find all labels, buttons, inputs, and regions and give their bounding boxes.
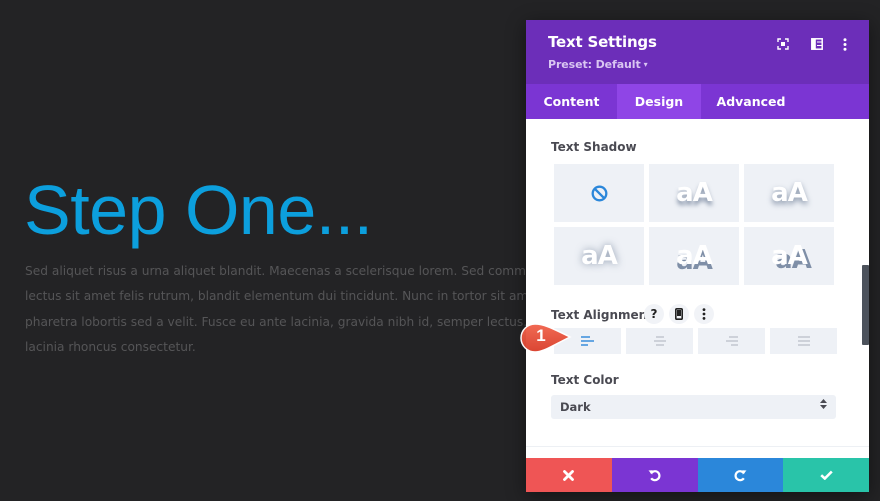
preset-dropdown[interactable]: Preset: Default ▾: [548, 58, 648, 71]
tab-design[interactable]: Design: [617, 84, 701, 119]
tab-content[interactable]: Content: [526, 84, 617, 119]
body-line: lectus sit amet felis rutrum, blandit el…: [25, 289, 563, 304]
close-icon: [563, 469, 575, 481]
align-justify-button[interactable]: [770, 328, 837, 354]
shadow-preview: aA: [676, 178, 713, 208]
mobile-icon: [675, 308, 683, 320]
panel-body: Text Shadow aA aA aA aA aA Text Alignmen…: [526, 119, 869, 458]
shadow-option-2[interactable]: aA: [744, 164, 834, 222]
step-marker: 1: [518, 322, 572, 354]
focus-icon[interactable]: [775, 36, 791, 52]
more-vertical-icon[interactable]: [837, 36, 853, 52]
no-shadow-icon: [591, 185, 607, 201]
select-arrows-icon: [820, 395, 827, 419]
body-line: lacinia rhoncus consectetur.: [25, 339, 196, 354]
panel-footer: [526, 458, 869, 492]
align-right-icon: [725, 336, 738, 346]
check-icon: [819, 470, 833, 480]
shadow-option-1[interactable]: aA: [649, 164, 739, 222]
body-line: Sed aliquet risus a urna aliquet blandit…: [25, 264, 549, 278]
text-shadow-label: Text Shadow: [551, 140, 637, 154]
align-justify-icon: [797, 336, 810, 346]
shadow-option-5[interactable]: aA: [744, 227, 834, 285]
caret-down-icon: ▾: [643, 60, 648, 69]
align-center-icon: [653, 336, 666, 346]
save-button[interactable]: [783, 458, 869, 492]
undo-button[interactable]: [611, 458, 698, 492]
text-color-select[interactable]: Dark: [551, 395, 836, 419]
divider: [526, 446, 869, 447]
shadow-preview: aA: [676, 241, 713, 271]
settings-tabs: Content Design Advanced: [526, 84, 869, 119]
panel-title: Text Settings: [548, 33, 657, 51]
page-body-text: Sed aliquet risus a urna aliquet blandit…: [25, 259, 581, 360]
sidebar-layout-icon[interactable]: [809, 36, 825, 52]
shadow-preview: aA: [581, 241, 618, 271]
text-settings-panel: Text Settings Preset: Default ▾ Content …: [526, 20, 869, 492]
responsive-button[interactable]: [669, 304, 689, 324]
help-button[interactable]: ?: [644, 304, 664, 324]
cancel-button[interactable]: [526, 458, 612, 492]
preset-label: Preset: Default: [548, 58, 641, 71]
shadow-option-none[interactable]: [554, 164, 644, 222]
redo-button[interactable]: [697, 458, 784, 492]
text-shadow-options: aA aA aA aA aA: [554, 164, 835, 285]
panel-scrollbar[interactable]: [862, 265, 869, 345]
align-center-button[interactable]: [626, 328, 693, 354]
text-alignment-label: Text Alignment: [551, 308, 653, 322]
undo-icon: [648, 469, 661, 481]
body-line: pharetra lobortis sed a velit. Fusce eu …: [25, 314, 581, 329]
text-color-value: Dark: [560, 400, 591, 414]
marker-label: 1: [536, 326, 546, 345]
shadow-option-3[interactable]: aA: [554, 227, 644, 285]
tab-advanced[interactable]: Advanced: [701, 84, 801, 119]
shadow-option-4[interactable]: aA: [649, 227, 739, 285]
panel-header: Text Settings Preset: Default ▾: [526, 20, 869, 84]
shadow-preview: aA: [771, 241, 808, 271]
page-heading: Step One...: [24, 171, 373, 249]
text-alignment-options: [554, 328, 837, 354]
redo-icon: [734, 469, 747, 481]
options-button[interactable]: [694, 304, 714, 324]
align-left-icon: [581, 336, 594, 346]
text-color-label: Text Color: [551, 373, 619, 387]
align-right-button[interactable]: [698, 328, 765, 354]
shadow-preview: aA: [771, 178, 808, 208]
more-vertical-icon: [702, 308, 706, 320]
